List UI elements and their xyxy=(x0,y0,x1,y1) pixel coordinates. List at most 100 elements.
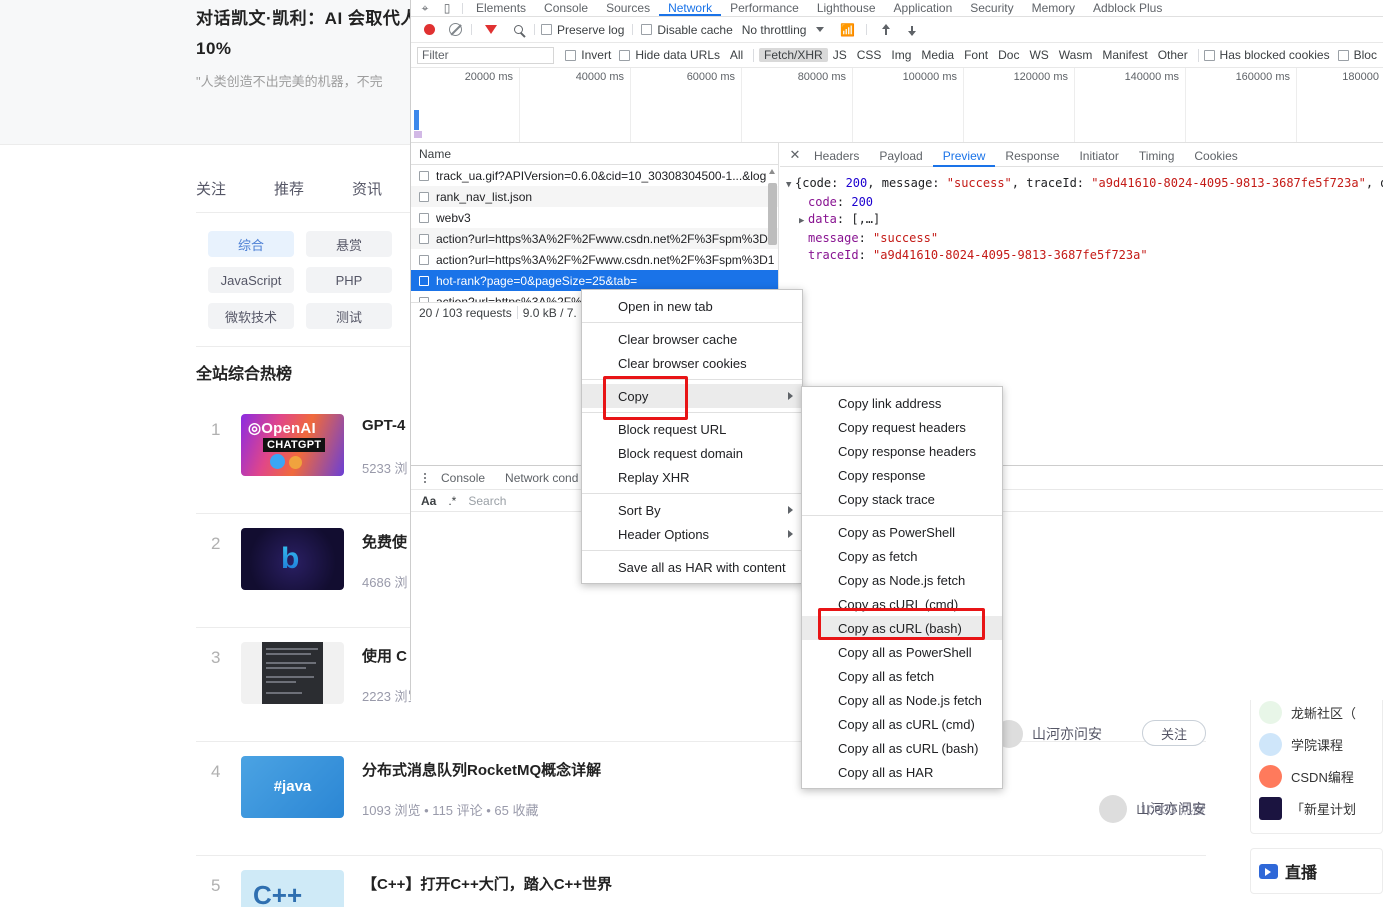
rail-item-new-star-plan[interactable]: 「新星计划 xyxy=(1259,792,1374,824)
throttling-dropdown-button[interactable] xyxy=(806,27,834,32)
inspect-element-icon[interactable]: ⌖ xyxy=(414,0,436,16)
search-button[interactable] xyxy=(504,25,532,34)
menu-item-copy-all-as-fetch[interactable]: Copy all as fetch xyxy=(802,664,1002,688)
nav-tab-recommend[interactable]: 推荐 xyxy=(274,178,304,199)
search-input[interactable]: Search xyxy=(468,494,506,508)
resource-filter-fetch-xhr[interactable]: Fetch/XHR xyxy=(759,48,828,62)
regex-button[interactable]: .* xyxy=(448,494,456,508)
resource-filter-doc[interactable]: Doc xyxy=(993,48,1024,62)
close-icon[interactable]: ✕ xyxy=(786,147,804,163)
menu-item-copy-stack-trace[interactable]: Copy stack trace xyxy=(802,487,1002,511)
row-checkbox-icon[interactable] xyxy=(419,254,429,265)
rail-item-csdn-coding[interactable]: CSDN编程 xyxy=(1259,760,1374,792)
chip-microsoft-tech[interactable]: 微软技术 xyxy=(208,303,294,329)
drawer-tab-console[interactable]: Console xyxy=(431,471,495,485)
resource-filter-manifest[interactable]: Manifest xyxy=(1097,48,1152,62)
menu-item-copy-request-headers[interactable]: Copy request headers xyxy=(802,415,1002,439)
row-checkbox-icon[interactable] xyxy=(419,212,429,223)
json-root-line[interactable]: ▼ {code: 200, message: "success", traceId… xyxy=(786,175,1383,194)
menu-item-copy-as-powershell[interactable]: Copy as PowerShell xyxy=(802,520,1002,544)
row-checkbox-icon[interactable] xyxy=(419,170,429,181)
disable-cache-checkbox[interactable]: Disable cache xyxy=(641,23,733,37)
scrollbar-thumb[interactable] xyxy=(768,183,777,245)
resource-filter-ws[interactable]: WS xyxy=(1024,48,1053,62)
tab-application[interactable]: Application xyxy=(885,0,962,16)
menu-item-copy-link-address[interactable]: Copy link address xyxy=(802,391,1002,415)
throttling-select[interactable]: No throttling xyxy=(742,23,807,37)
request-list-header[interactable]: Name xyxy=(411,143,778,165)
tab-response[interactable]: Response xyxy=(995,143,1069,167)
rail-live-card[interactable]: 直播 xyxy=(1250,848,1383,894)
scroll-up-arrow-icon[interactable] xyxy=(769,169,775,174)
menu-item-block-request-url[interactable]: Block request URL xyxy=(582,417,802,441)
list-item[interactable]: 4 #java 分布式消息队列RocketMQ概念详解 1093 浏览 • 11… xyxy=(196,742,1206,856)
tab-payload[interactable]: Payload xyxy=(869,143,932,167)
tab-console[interactable]: Console xyxy=(535,0,597,16)
menu-item-header-options[interactable]: Header Options xyxy=(582,522,802,546)
menu-item-copy-all-as-curl-cmd[interactable]: Copy all as cURL (cmd) xyxy=(802,712,1002,736)
more-options-icon[interactable] xyxy=(419,472,431,483)
has-blocked-cookies-checkbox[interactable]: Has blocked cookies xyxy=(1203,48,1330,62)
hero-article[interactable]: 对话凯文·凯利：AI 会取代人的 10% "人类创造不出完美的机器，不完 xyxy=(196,4,446,92)
nav-tab-news[interactable]: 资讯 xyxy=(352,178,382,199)
table-row[interactable]: webv3 xyxy=(411,207,778,228)
tab-security[interactable]: Security xyxy=(961,0,1022,16)
resource-filter-other[interactable]: Other xyxy=(1153,48,1193,62)
json-line-data[interactable]: ▶ data: [,…] xyxy=(786,211,1377,230)
table-row-selected[interactable]: hot-rank?page=0&pageSize=25&tab= xyxy=(411,270,778,291)
record-button[interactable] xyxy=(417,24,441,35)
invert-checkbox[interactable]: Invert xyxy=(565,48,611,62)
resource-filter-css[interactable]: CSS xyxy=(852,48,887,62)
filter-toggle-button[interactable] xyxy=(478,25,504,34)
resource-filter-media[interactable]: Media xyxy=(916,48,959,62)
rail-item-academy-course[interactable]: 学院课程 xyxy=(1259,728,1374,760)
tab-memory[interactable]: Memory xyxy=(1023,0,1084,16)
menu-item-copy-all-as-nodejs-fetch[interactable]: Copy all as Node.js fetch xyxy=(802,688,1002,712)
resource-filter-js[interactable]: JS xyxy=(828,48,852,62)
resource-filter-all[interactable]: All xyxy=(725,48,748,62)
nav-tab-follow[interactable]: 关注 xyxy=(196,178,226,199)
hide-data-urls-checkbox[interactable]: Hide data URLs xyxy=(619,48,720,62)
tab-timing[interactable]: Timing xyxy=(1129,143,1185,167)
preserve-log-checkbox[interactable]: Preserve log xyxy=(541,23,624,37)
device-toolbar-icon[interactable]: ▯ xyxy=(436,0,458,16)
article-title[interactable]: GPT-4 xyxy=(362,417,405,434)
row-checkbox-icon[interactable] xyxy=(419,275,429,286)
match-case-button[interactable]: Aa xyxy=(421,494,436,508)
chip-javascript[interactable]: JavaScript xyxy=(208,267,294,293)
menu-item-save-all-as-har[interactable]: Save all as HAR with content xyxy=(582,555,802,579)
menu-item-sort-by[interactable]: Sort By xyxy=(582,498,802,522)
menu-item-copy-as-nodejs-fetch[interactable]: Copy as Node.js fetch xyxy=(802,568,1002,592)
menu-item-clear-browser-cache[interactable]: Clear browser cache xyxy=(582,327,802,351)
tab-preview[interactable]: Preview xyxy=(932,143,996,167)
menu-item-copy-all-as-curl-bash[interactable]: Copy all as cURL (bash) xyxy=(802,736,1002,760)
menu-item-copy-as-fetch[interactable]: Copy as fetch xyxy=(802,544,1002,568)
row-checkbox-icon[interactable] xyxy=(419,191,429,202)
tab-cookies[interactable]: Cookies xyxy=(1184,143,1247,167)
menu-item-replay-xhr[interactable]: Replay XHR xyxy=(582,465,802,489)
row-checkbox-icon[interactable] xyxy=(419,233,429,244)
table-row[interactable]: action?url=https%3A%2F%2Fwww.csdn.net%2F… xyxy=(411,228,778,249)
request-list-scrollbar[interactable] xyxy=(768,169,777,297)
tab-sources[interactable]: Sources xyxy=(597,0,659,16)
export-har-button[interactable] xyxy=(899,24,925,36)
tab-performance[interactable]: Performance xyxy=(721,0,808,16)
tab-elements[interactable]: Elements xyxy=(467,0,535,16)
menu-item-copy-response-headers[interactable]: Copy response headers xyxy=(802,439,1002,463)
menu-item-copy-all-as-har[interactable]: Copy all as HAR xyxy=(802,760,1002,784)
list-item[interactable]: 5 C++ 【C++】打开C++大门，踏入C++世界 xyxy=(196,856,1206,907)
article-title[interactable]: 免费使 xyxy=(362,531,407,552)
chip-php[interactable]: PHP xyxy=(306,267,392,293)
blocked-requests-checkbox[interactable]: Bloc xyxy=(1337,48,1377,62)
resource-filter-img[interactable]: Img xyxy=(886,48,916,62)
chip-bounty[interactable]: 悬赏 xyxy=(306,231,392,257)
tab-initiator[interactable]: Initiator xyxy=(1069,143,1128,167)
rail-item-dragon-community[interactable]: 龙蜥社区（ xyxy=(1259,696,1374,728)
table-row[interactable]: track_ua.gif?APIVersion=0.6.0&cid=10_303… xyxy=(411,165,778,186)
tab-adblock-plus[interactable]: Adblock Plus xyxy=(1084,0,1171,16)
article-author[interactable]: 山河亦问安 xyxy=(1099,795,1206,823)
menu-item-copy-response[interactable]: Copy response xyxy=(802,463,1002,487)
chip-testing[interactable]: 测试 xyxy=(306,303,392,329)
article-title[interactable]: 分布式消息队列RocketMQ概念详解 xyxy=(362,759,601,780)
clear-button[interactable] xyxy=(441,23,469,36)
